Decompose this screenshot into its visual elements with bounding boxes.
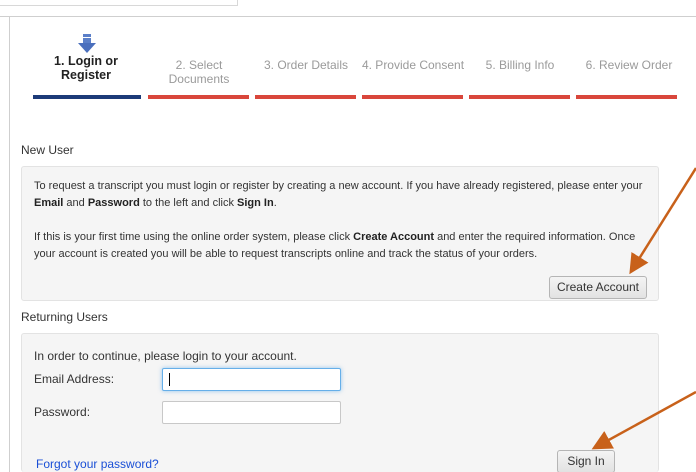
annotation-arrow-sign-in (591, 390, 696, 450)
annotation-arrows-overlay (591, 167, 696, 450)
annotation-arrow-create-account (629, 167, 696, 275)
